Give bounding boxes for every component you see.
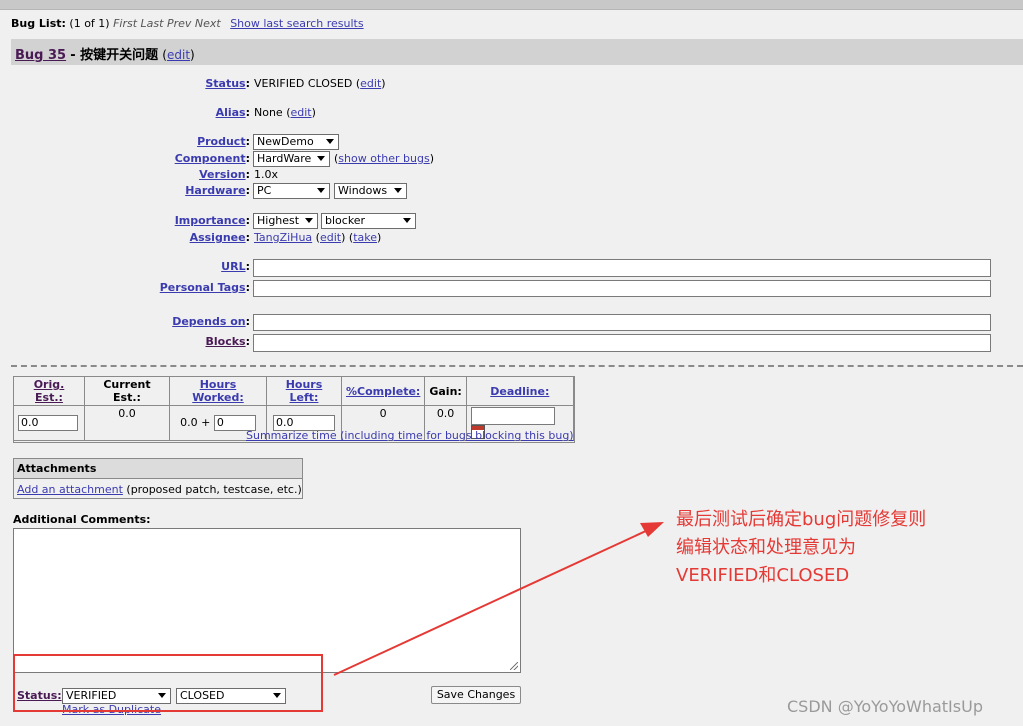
annotation-arrow [333,522,664,676]
annotation-line-3: VERIFIED和CLOSED [676,565,850,586]
annotation-text: 最后测试后确定bug问题修复则 编辑状态和处理意见为 VERIFIED和CLOS… [676,506,996,590]
annotation-line-1: 最后测试后确定bug问题修复则 [676,509,927,530]
annotation-line-2: 编辑状态和处理意见为 [676,537,856,558]
watermark: CSDN @YoYoYoWhatIsUp [787,697,983,716]
